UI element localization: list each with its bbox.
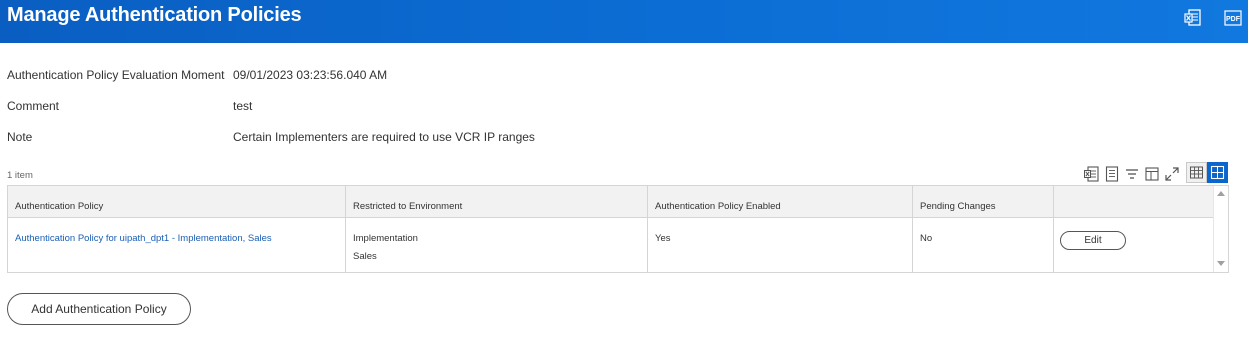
column-header-pending-changes[interactable]: Pending Changes bbox=[913, 186, 1054, 218]
column-header-authentication-policy[interactable]: Authentication Policy bbox=[8, 186, 346, 218]
column-header-policy-enabled[interactable]: Authentication Policy Enabled bbox=[648, 186, 913, 218]
policies-table: Authentication Policy Restricted to Envi… bbox=[7, 185, 1229, 273]
add-authentication-policy-button[interactable]: Add Authentication Policy bbox=[7, 293, 191, 325]
cell-restricted-environment: Implementation Sales bbox=[346, 218, 648, 272]
cell-actions: Edit bbox=[1054, 218, 1213, 272]
page-header: Manage Authentication Policies PDF bbox=[0, 0, 1248, 43]
columns-icon[interactable] bbox=[1143, 165, 1161, 183]
environment-value: Implementation bbox=[353, 233, 418, 244]
grid-view-icon[interactable] bbox=[1207, 162, 1228, 183]
scroll-down-icon[interactable] bbox=[1217, 261, 1225, 266]
vertical-scrollbar[interactable] bbox=[1213, 186, 1228, 272]
comment-label: Comment bbox=[7, 99, 60, 113]
note-value: Certain Implementers are required to use… bbox=[233, 130, 535, 144]
pdf-label: PDF bbox=[1226, 16, 1241, 23]
table-row: Authentication Policy for uipath_dpt1 - … bbox=[8, 218, 1213, 272]
scroll-up-icon[interactable] bbox=[1217, 191, 1225, 196]
export-list-icon[interactable] bbox=[1103, 165, 1121, 183]
environment-value: Sales bbox=[353, 251, 377, 262]
note-label: Note bbox=[7, 130, 33, 144]
filter-icon[interactable] bbox=[1123, 165, 1141, 183]
pending-changes-value: No bbox=[920, 233, 933, 244]
evaluation-moment-label: Authentication Policy Evaluation Moment bbox=[7, 68, 225, 82]
table-header: Authentication Policy Restricted to Envi… bbox=[8, 186, 1213, 218]
cell-authentication-policy: Authentication Policy for uipath_dpt1 - … bbox=[8, 218, 346, 272]
comment-value: test bbox=[233, 99, 253, 113]
evaluation-moment-value: 09/01/2023 03:23:56.040 AM bbox=[233, 68, 388, 82]
page-title: Manage Authentication Policies bbox=[7, 4, 302, 26]
excel-export-icon[interactable] bbox=[1183, 7, 1205, 29]
column-header-restricted-to-environment[interactable]: Restricted to Environment bbox=[346, 186, 648, 218]
pdf-export-icon[interactable]: PDF bbox=[1222, 7, 1244, 29]
cell-pending-changes: No bbox=[913, 218, 1054, 272]
item-count: 1 item bbox=[7, 170, 33, 181]
export-excel-icon[interactable] bbox=[1083, 165, 1101, 183]
policy-link[interactable]: Authentication Policy for uipath_dpt1 - … bbox=[15, 233, 272, 244]
policy-enabled-value: Yes bbox=[655, 233, 671, 244]
column-header-actions bbox=[1054, 186, 1213, 218]
expand-icon[interactable] bbox=[1163, 165, 1181, 183]
table-view-icon[interactable] bbox=[1186, 162, 1207, 183]
cell-policy-enabled: Yes bbox=[648, 218, 913, 272]
edit-button[interactable]: Edit bbox=[1060, 231, 1126, 250]
